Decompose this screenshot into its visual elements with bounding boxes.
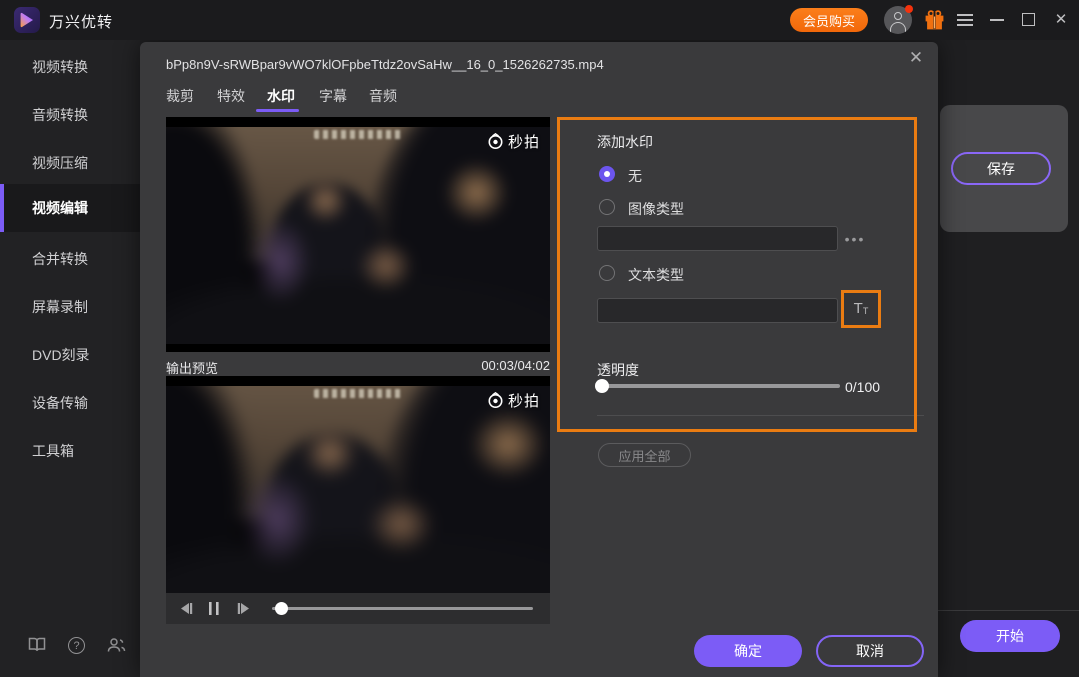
radio-none[interactable] [599,166,615,182]
font-settings-button[interactable]: TT [841,290,881,328]
active-tab-underline [256,109,299,112]
output-video-frame: 秒拍 [166,376,550,593]
letterbox-bar [166,376,550,386]
sidebar-item-dvd-burn[interactable]: DVD刻录 [0,331,140,379]
camera-icon [487,133,504,150]
ok-button[interactable]: 确定 [694,635,802,667]
sidebar-item-device-transfer[interactable]: 设备传输 [0,379,140,427]
tab-crop[interactable]: 裁剪 [166,86,194,106]
start-button[interactable]: 开始 [960,620,1060,652]
miaopai-watermark: 秒拍 [487,390,540,411]
sidebar-item-audio-convert[interactable]: 音频转换 [0,91,140,139]
camera-icon [487,392,504,409]
radio-image-type[interactable] [599,199,615,215]
sidebar: 视频转换 音频转换 视频压缩 视频编辑 合并转换 屏幕录制 DVD刻录 设备传输… [0,40,140,677]
letterbox-bar [166,117,550,127]
player-controls [166,593,550,624]
bottom-divider [936,610,1079,611]
titlebar: 万兴优转 会员购买 ✕ [0,0,1079,40]
avatar-person-icon [894,12,902,20]
avatar-person-icon [890,22,906,34]
radio-text-type-label[interactable]: 文本类型 [628,265,684,285]
sidebar-item-toolbox[interactable]: 工具箱 [0,427,140,475]
apply-all-button[interactable]: 应用全部 [598,443,691,467]
save-button[interactable]: 保存 [951,152,1051,185]
guide-book-icon[interactable] [28,637,46,655]
minimize-button[interactable] [990,19,1004,21]
next-frame-icon[interactable] [235,600,252,622]
pause-icon[interactable] [207,600,221,622]
help-icon[interactable]: ? [68,637,86,655]
gift-promo-icon[interactable] [924,9,945,31]
dialog-filename: bPp8n9V-sRWBpar9vWO7klOFpbeTtdz2ovSaHw__… [166,57,604,72]
edit-dialog: bPp8n9V-sRWBpar9vWO7klOFpbeTtdz2ovSaHw__… [140,42,938,677]
app-title: 万兴优转 [49,11,113,32]
seek-slider-handle[interactable] [275,602,288,615]
previous-frame-icon[interactable] [178,600,195,622]
playback-time: 00:03/04:02 [390,358,550,373]
sidebar-footer: ? [0,633,140,663]
sidebar-item-video-convert[interactable]: 视频转换 [0,43,140,91]
miaopai-watermark: 秒拍 [487,131,540,152]
source-video-frame: 秒拍 [166,117,550,352]
sidebar-item-screen-record[interactable]: 屏幕录制 [0,283,140,331]
sidebar-item-video-compress[interactable]: 视频压缩 [0,139,140,187]
cancel-button[interactable]: 取消 [816,635,924,667]
opacity-slider-handle[interactable] [595,379,609,393]
tab-effects[interactable]: 特效 [217,86,245,106]
image-path-input[interactable] [597,226,838,251]
letterbox-bar [166,344,550,352]
app-logo-icon [14,7,40,33]
community-people-icon[interactable] [107,637,125,655]
add-watermark-title: 添加水印 [597,132,653,152]
video-burned-caption [314,130,402,139]
opacity-label: 透明度 [597,360,639,380]
dialog-close-icon[interactable]: ✕ [906,48,926,68]
watermark-text-input[interactable] [597,298,838,323]
tab-watermark[interactable]: 水印 [267,86,295,106]
output-preview-label: 输出预览 [166,358,218,377]
panel-divider [597,415,924,416]
tab-audio[interactable]: 音频 [369,86,397,106]
video-burned-caption [314,389,402,398]
sidebar-item-video-edit[interactable]: 视频编辑 [0,184,140,232]
browse-file-button[interactable]: ••• [840,230,870,252]
maximize-button[interactable] [1022,13,1035,26]
membership-buy-button[interactable]: 会员购买 [790,8,868,32]
tab-subtitle[interactable]: 字幕 [319,86,347,106]
notification-dot [905,5,913,13]
seek-slider-track[interactable] [272,607,533,610]
radio-text-type[interactable] [599,265,615,281]
video-scene [166,117,550,352]
radio-image-type-label[interactable]: 图像类型 [628,199,684,219]
close-window-button[interactable]: ✕ [1052,10,1070,28]
opacity-slider-track[interactable] [597,384,840,388]
app-window: 万兴优转 会员购买 ✕ 视频转换 音频转换 视频压缩 视频 [0,0,1079,677]
sidebar-item-merge-convert[interactable]: 合并转换 [0,235,140,283]
opacity-value: 0/100 [845,379,925,395]
menu-icon[interactable] [957,14,973,26]
radio-none-label[interactable]: 无 [628,166,642,186]
